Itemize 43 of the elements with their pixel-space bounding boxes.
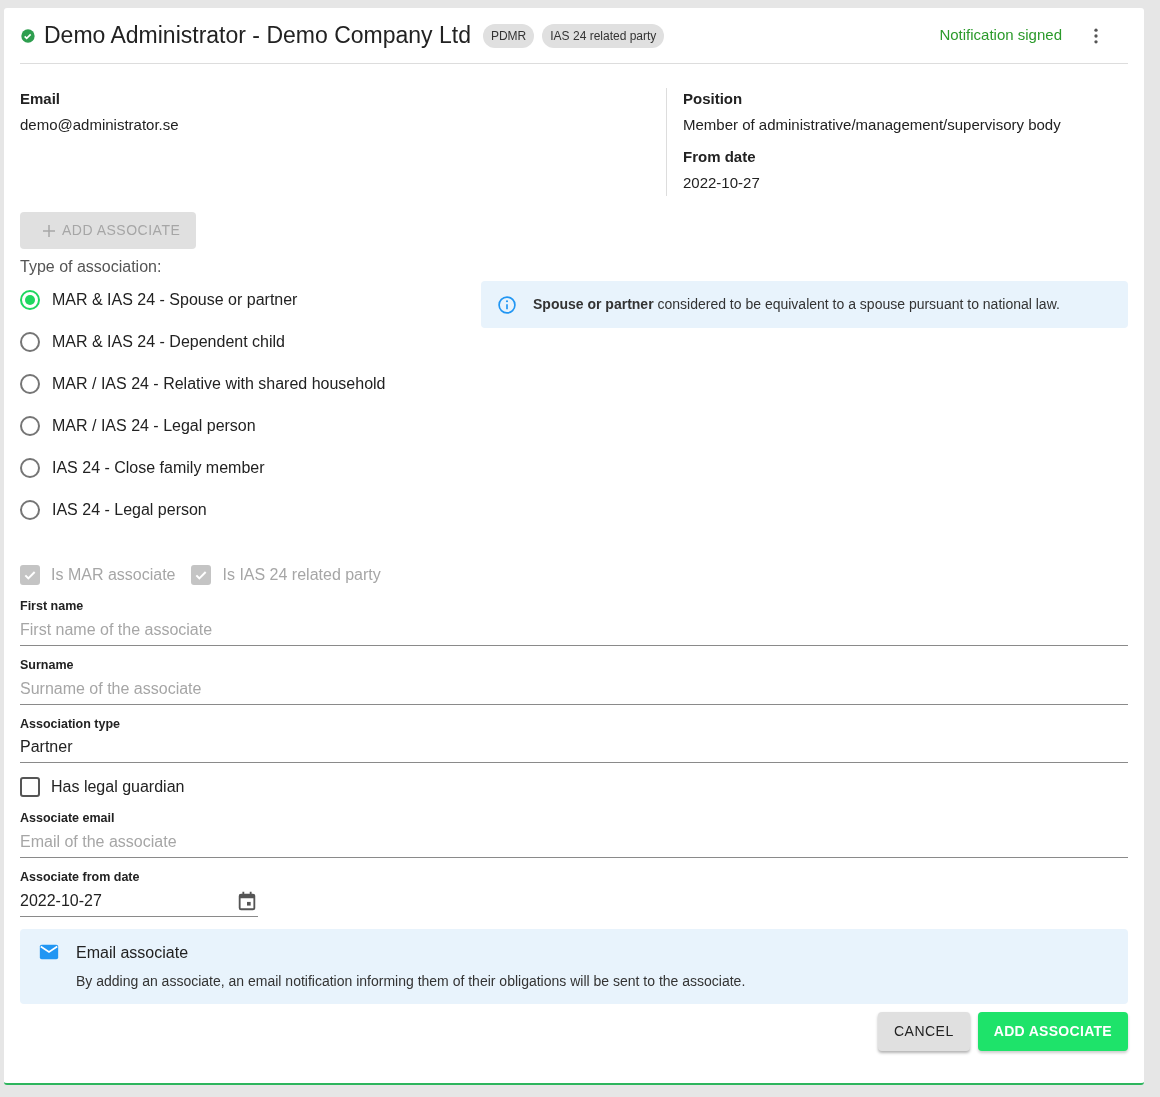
radio-label: IAS 24 - Close family member [52, 458, 265, 478]
input-field[interactable]: Partner [20, 733, 1128, 764]
info-icon [497, 294, 517, 315]
notice-title: Email associate [76, 942, 190, 963]
radio-button[interactable] [20, 290, 40, 310]
checkbox-label: Is MAR associate [51, 565, 176, 585]
radio-label: MAR / IAS 24 - Relative with shared household [52, 374, 386, 394]
field-label: Surname [20, 656, 75, 674]
radio-button[interactable] [20, 500, 40, 520]
tag: IAS 24 related party [542, 23, 665, 48]
field-label: Associate from date [20, 869, 141, 886]
radio-label: MAR & IAS 24 - Spouse or partner [52, 290, 298, 310]
radio-button[interactable] [20, 458, 40, 478]
page-title: Demo Administrator - Demo Company Ltd [44, 21, 471, 51]
field-label: Association type [20, 715, 122, 733]
field-value: 2022-10-27 [683, 172, 761, 193]
checkbox[interactable] [20, 777, 40, 798]
checkbox-label: Is IAS 24 related party [222, 565, 381, 585]
field-value: Member of administrative/management/supervisory body [683, 114, 1061, 135]
status-text: Notification signed [939, 25, 1062, 46]
field-value: demo@administrator.se [20, 114, 180, 135]
field-label: First name [20, 598, 85, 615]
calendar-icon[interactable] [236, 889, 258, 912]
radio-button[interactable] [20, 374, 40, 394]
radio-button[interactable] [20, 332, 40, 352]
info-text: Spouse or partner considered to be equivalent to a spouse pursuant to national law. [533, 295, 1060, 314]
tag: PDMR [482, 23, 535, 48]
radio-label: IAS 24 - Legal person [52, 500, 207, 520]
radio-button[interactable] [20, 416, 40, 436]
cancel-button[interactable]: CANCEL [877, 1011, 970, 1051]
field-label: Position [683, 89, 744, 109]
section-label: Type of association: [20, 257, 163, 277]
checkbox-label: Has legal guardian [51, 777, 185, 798]
input-field[interactable]: First name of the associate [20, 615, 1128, 646]
date-field[interactable]: 2022-10-27 [20, 888, 236, 913]
input-field[interactable]: Surname of the associate [20, 674, 1128, 705]
field-label: Email [20, 89, 62, 109]
notice-text: By adding an associate, an email notification informing them of their obligations will be sent to the associate. [76, 971, 746, 991]
input-field[interactable]: Email of the associate [20, 828, 1128, 858]
field-label: Associate email [20, 810, 116, 828]
radio-label: MAR & IAS 24 - Dependent child [52, 332, 285, 352]
radio-label: MAR / IAS 24 - Legal person [52, 416, 256, 436]
field-label: From date [683, 147, 757, 167]
